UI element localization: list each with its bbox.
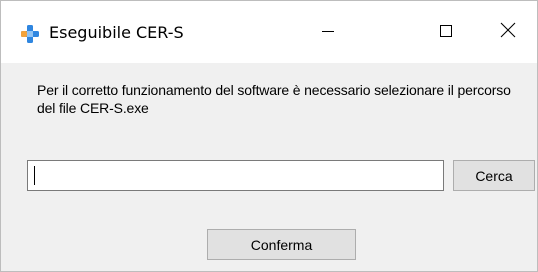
file-path-input[interactable] [27, 160, 444, 191]
close-button[interactable] [477, 1, 537, 63]
window-title: Eseguibile CER-S [49, 23, 184, 42]
blue-cross-icon [21, 25, 39, 43]
text-caret [34, 166, 35, 185]
browse-button[interactable]: Cerca [453, 160, 535, 191]
minimize-icon [321, 23, 335, 42]
maximize-button[interactable] [415, 1, 477, 63]
title-bar[interactable]: Eseguibile CER-S [1, 1, 537, 63]
instruction-text: Per il corretto funzionamento del softwa… [37, 82, 511, 116]
close-icon [500, 22, 516, 42]
dialog-window: Eseguibile CER-S Per il corretto funzion… [0, 0, 538, 272]
confirm-button[interactable]: Conferma [207, 229, 356, 260]
maximize-icon [439, 23, 453, 42]
minimize-button[interactable] [297, 1, 359, 63]
